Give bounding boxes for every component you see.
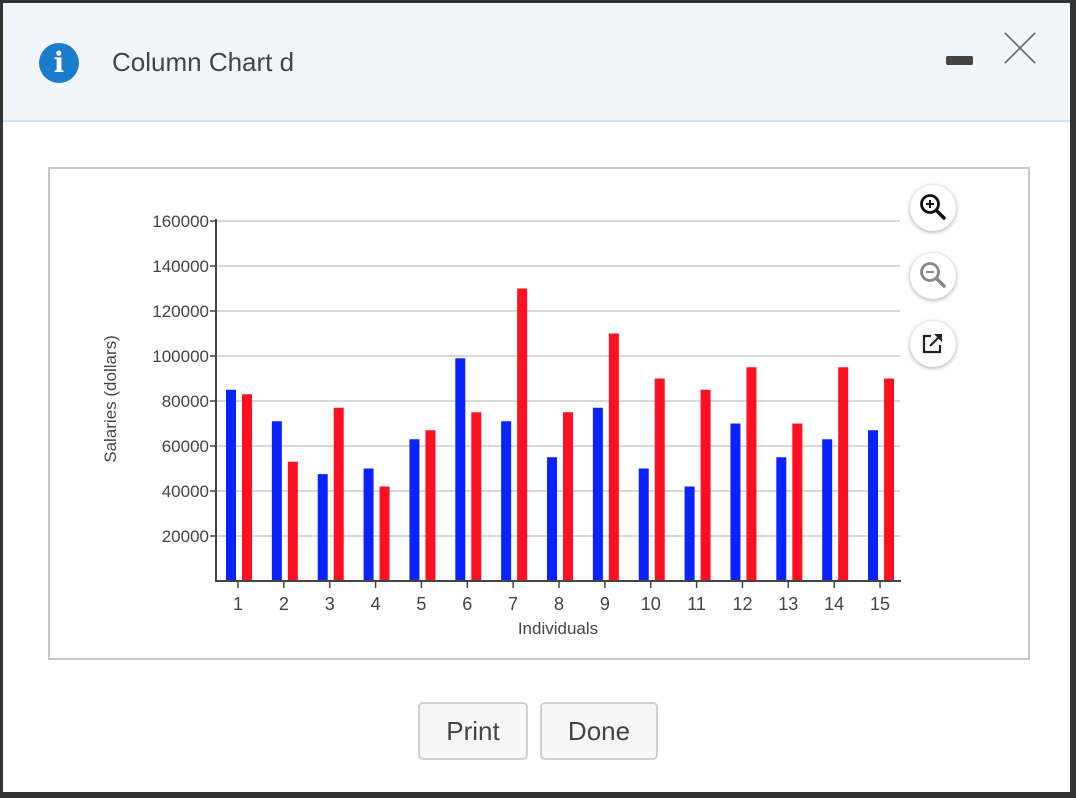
bar-series1 [455, 358, 466, 581]
y-tick-label: 160000 [152, 212, 209, 231]
bar-series1 [363, 468, 374, 581]
y-tick-label: 60000 [162, 437, 209, 456]
bar-series2 [287, 461, 298, 581]
bar-series2 [379, 486, 390, 581]
bar-series1 [271, 421, 282, 581]
zoom-in-icon [920, 194, 946, 220]
minimize-icon[interactable] [946, 56, 973, 65]
popout-button[interactable] [910, 321, 956, 367]
zoom-in-button[interactable] [910, 185, 956, 231]
dialog-title: Column Chart d [112, 47, 295, 77]
bar-series1 [501, 421, 512, 581]
column-chart: 2000040000600008000010000012000014000016… [101, 212, 901, 638]
x-tick-label: 9 [600, 594, 610, 614]
dialog-header: i Column Chart d [3, 3, 1070, 122]
bar-series2 [792, 423, 803, 581]
x-tick-label: 15 [870, 594, 890, 614]
x-tick-label: 7 [508, 594, 518, 614]
y-tick-label: 140000 [152, 257, 209, 276]
x-tick-label: 10 [641, 594, 661, 614]
x-tick-label: 2 [279, 594, 289, 614]
info-icon: i [39, 43, 79, 83]
x-tick-label: 5 [416, 594, 426, 614]
chart-dialog: i Column Chart d 20000 40000 60000 80000 100… [3, 3, 1070, 792]
bar-series2 [838, 367, 849, 581]
bar-series2 [242, 394, 252, 581]
bar-series2 [517, 288, 528, 581]
x-tick-label: 1 [233, 594, 243, 614]
bar-series1 [547, 457, 558, 581]
bar-series1 [776, 457, 787, 581]
x-tick-label: 6 [462, 594, 472, 614]
x-tick-label: 13 [778, 594, 798, 614]
zoom-out-button[interactable] [910, 253, 956, 299]
print-button[interactable]: Print [418, 702, 528, 760]
bar-series1 [730, 423, 741, 581]
bar-series2 [333, 407, 344, 581]
bar-series1 [822, 439, 833, 581]
y-tick-label: 100000 [152, 347, 209, 366]
y-tick-label: 40000 [162, 482, 209, 501]
x-tick-label: 11 [687, 594, 706, 614]
bar-series2 [884, 378, 895, 581]
bar-series1 [317, 474, 328, 581]
bar-series1 [868, 430, 879, 581]
bar-series2 [471, 412, 482, 581]
bar-series1 [592, 407, 603, 581]
external-link-icon [922, 334, 942, 354]
zoom-out-icon [920, 262, 946, 288]
y-tick-label: 120000 [152, 302, 209, 321]
x-tick-label: 8 [554, 594, 564, 614]
y-tick-label: 20000 [162, 527, 209, 546]
x-tick-label: 4 [371, 594, 381, 614]
bar-series1 [409, 439, 420, 581]
x-tick-label: 3 [325, 594, 335, 614]
bar-series2 [425, 430, 436, 581]
bar-series1 [226, 389, 236, 581]
bar-series2 [654, 378, 665, 581]
x-tick-label: 14 [824, 594, 844, 614]
bar-series1 [684, 486, 695, 581]
y-axis-label: Salaries (dollars) [101, 335, 120, 463]
close-icon[interactable] [1003, 31, 1037, 65]
chart-container: 20000 40000 60000 80000 100000 120000 140000 16… [48, 167, 1030, 660]
bar-series2 [608, 333, 619, 581]
x-axis-label: Individuals [518, 619, 598, 638]
bar-series2 [563, 412, 574, 581]
bar-series2 [746, 367, 757, 581]
bar-series2 [700, 389, 711, 581]
bar-series1 [638, 468, 649, 581]
y-tick-label: 80000 [162, 392, 209, 411]
x-tick-label: 12 [732, 594, 752, 614]
done-button[interactable]: Done [540, 702, 658, 760]
